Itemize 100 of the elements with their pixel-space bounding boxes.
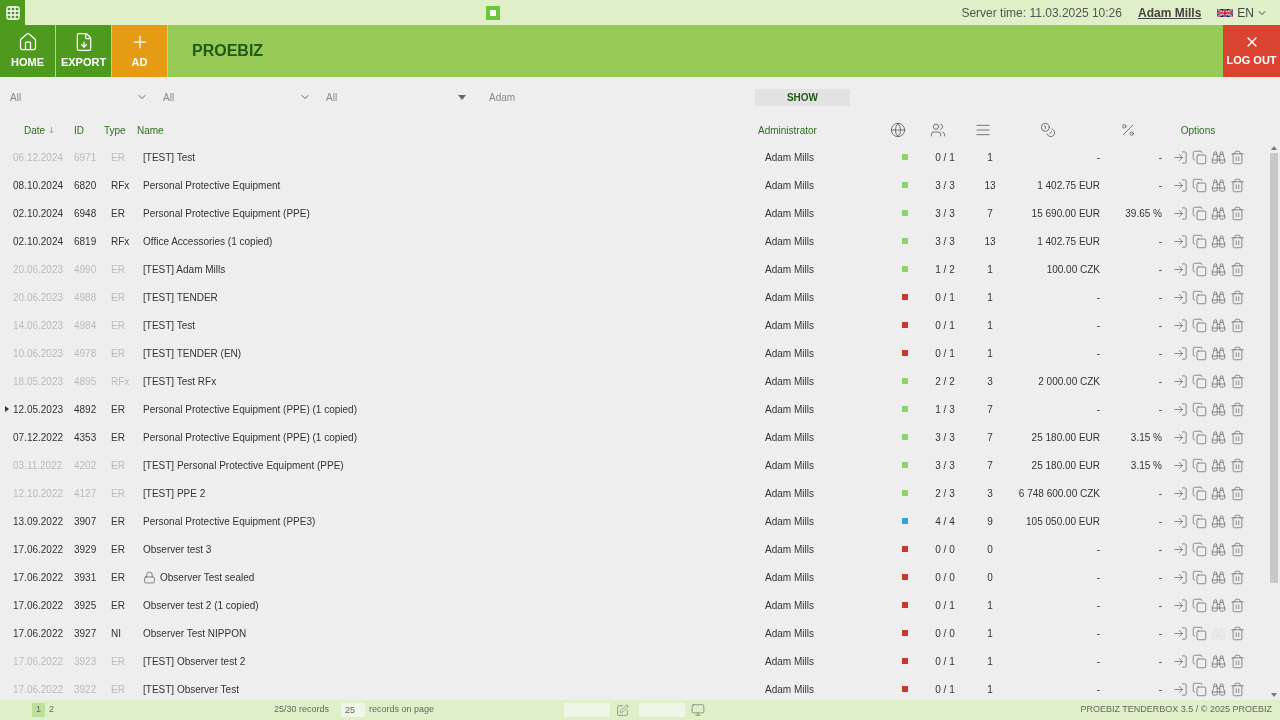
trash-icon[interactable]: [1230, 401, 1245, 417]
binoculars-icon[interactable]: [1211, 569, 1226, 585]
table-row[interactable]: 13.09.2022 3907 ER Personal Protective Equipment (PPE3) Adam Mills 4 / 4 9 105 050.00 EUR -: [0, 507, 1268, 535]
copy-icon[interactable]: [1192, 261, 1207, 277]
table-row[interactable]: 17.06.2022 3931 ER Observer Test sealed Adam Mills 0 / 0 0 - -: [0, 563, 1268, 591]
table-row[interactable]: 12.05.2023 4892 ER Personal Protective Equipment (PPE) (1 copied) Adam Mills 1 / 3 7 - -: [0, 395, 1268, 423]
copy-icon[interactable]: [1192, 541, 1207, 557]
binoculars-icon[interactable]: [1211, 261, 1226, 277]
table-row[interactable]: 02.10.2024 6948 ER Personal Protective Equipment (PPE) Adam Mills 3 / 3 7 15 690.00 EUR 39.65 %: [0, 199, 1268, 227]
copy-icon[interactable]: [1192, 569, 1207, 585]
copy-icon[interactable]: [1192, 513, 1207, 529]
trash-icon[interactable]: [1230, 597, 1245, 613]
copy-icon[interactable]: [1192, 653, 1207, 669]
note-field[interactable]: [564, 703, 611, 717]
logout-button[interactable]: LOG OUT: [1223, 25, 1280, 77]
trash-icon[interactable]: [1230, 653, 1245, 669]
enter-icon[interactable]: [1173, 457, 1188, 473]
table-row[interactable]: 07.12.2022 4353 ER Personal Protective Equipment (PPE) (1 copied) Adam Mills 3 / 3 7 25 180.00 EUR 3.15 %: [0, 423, 1268, 451]
copy-icon[interactable]: [1192, 457, 1207, 473]
note-field[interactable]: [639, 703, 686, 717]
enter-icon[interactable]: [1173, 205, 1188, 221]
copy-icon[interactable]: [1192, 625, 1207, 641]
binoculars-icon[interactable]: [1211, 289, 1226, 305]
trash-icon[interactable]: [1230, 429, 1245, 445]
binoculars-icon[interactable]: [1211, 317, 1226, 333]
enter-icon[interactable]: [1173, 149, 1188, 165]
copy-icon[interactable]: [1192, 681, 1207, 697]
trash-icon[interactable]: [1230, 205, 1245, 221]
enter-icon[interactable]: [1173, 485, 1188, 501]
binoculars-icon[interactable]: [1211, 485, 1226, 501]
nav-button[interactable]: EXPORT: [56, 25, 112, 77]
column-header[interactable]: Date: [24, 122, 74, 138]
binoculars-icon[interactable]: [1211, 457, 1226, 473]
nav-button[interactable]: HOME: [0, 25, 56, 77]
enter-icon[interactable]: [1173, 625, 1188, 641]
trash-icon[interactable]: [1230, 289, 1245, 305]
binoculars-icon[interactable]: [1211, 233, 1226, 249]
enter-icon[interactable]: [1173, 541, 1188, 557]
trash-icon[interactable]: [1230, 569, 1245, 585]
enter-icon[interactable]: [1173, 597, 1188, 613]
binoculars-icon[interactable]: [1211, 541, 1226, 557]
copy-icon[interactable]: [1192, 429, 1207, 445]
trash-icon[interactable]: [1230, 625, 1245, 641]
binoculars-icon[interactable]: [1211, 653, 1226, 669]
copy-icon[interactable]: [1192, 233, 1207, 249]
copy-icon[interactable]: [1192, 401, 1207, 417]
page-button[interactable]: 1: [32, 703, 45, 717]
enter-icon[interactable]: [1173, 373, 1188, 389]
monitor-icon[interactable]: [691, 703, 706, 717]
trash-icon[interactable]: [1230, 345, 1245, 361]
copy-icon[interactable]: [1192, 289, 1207, 305]
column-header[interactable]: Administrator: [758, 122, 878, 138]
trash-icon[interactable]: [1230, 233, 1245, 249]
copy-icon[interactable]: [1192, 177, 1207, 193]
edit-icon[interactable]: [616, 703, 630, 717]
per-page-field[interactable]: 25: [341, 703, 366, 717]
page-button[interactable]: 2: [45, 703, 59, 717]
enter-icon[interactable]: [1173, 653, 1188, 669]
copy-icon[interactable]: [1192, 373, 1207, 389]
apps-button[interactable]: [0, 0, 25, 25]
enter-icon[interactable]: [1173, 261, 1188, 277]
table-row[interactable]: 17.06.2022 3929 ER Observer test 3 Adam Mills 0 / 0 0 - -: [0, 535, 1268, 563]
enter-icon[interactable]: [1173, 177, 1188, 193]
trash-icon[interactable]: [1230, 177, 1245, 193]
binoculars-icon[interactable]: [1211, 345, 1226, 361]
column-header[interactable]: ID: [74, 122, 104, 138]
enter-icon[interactable]: [1173, 513, 1188, 529]
binoculars-icon[interactable]: [1211, 597, 1226, 613]
trash-icon[interactable]: [1230, 681, 1245, 697]
table-row[interactable]: 17.06.2022 3925 ER Observer test 2 (1 copied) Adam Mills 0 / 1 1 - -: [0, 591, 1268, 619]
binoculars-icon[interactable]: [1211, 401, 1226, 417]
copy-icon[interactable]: [1192, 597, 1207, 613]
enter-icon[interactable]: [1173, 345, 1188, 361]
trash-icon[interactable]: [1230, 513, 1245, 529]
copy-icon[interactable]: [1192, 485, 1207, 501]
enter-icon[interactable]: [1173, 289, 1188, 305]
enter-icon[interactable]: [1173, 569, 1188, 585]
binoculars-icon[interactable]: [1211, 205, 1226, 221]
binoculars-icon[interactable]: [1211, 149, 1226, 165]
copy-icon[interactable]: [1192, 205, 1207, 221]
trash-icon[interactable]: [1230, 317, 1245, 333]
binoculars-icon[interactable]: [1211, 513, 1226, 529]
language-select[interactable]: EN: [1237, 3, 1268, 22]
column-header[interactable]: Name: [137, 122, 758, 138]
table-row[interactable]: 02.10.2024 6819 RFx Office Accessories (1 copied) Adam Mills 3 / 3 13 1 402.75 EUR -: [0, 227, 1268, 255]
binoculars-icon[interactable]: [1211, 681, 1226, 697]
binoculars-icon[interactable]: [1211, 177, 1226, 193]
trash-icon[interactable]: [1230, 541, 1245, 557]
trash-icon[interactable]: [1230, 457, 1245, 473]
trash-icon[interactable]: [1230, 485, 1245, 501]
table-row[interactable]: 17.06.2022 3927 NI Observer Test NIPPON Adam Mills 0 / 0 1 - -: [0, 619, 1268, 647]
trash-icon[interactable]: [1230, 261, 1245, 277]
enter-icon[interactable]: [1173, 401, 1188, 417]
table-row[interactable]: 08.10.2024 6820 RFx Personal Protective Equipment Adam Mills 3 / 3 13 1 402.75 EUR -: [0, 171, 1268, 199]
trash-icon[interactable]: [1230, 149, 1245, 165]
enter-icon[interactable]: [1173, 233, 1188, 249]
enter-icon[interactable]: [1173, 681, 1188, 697]
copy-icon[interactable]: [1192, 317, 1207, 333]
user-link[interactable]: Adam Mills: [1137, 3, 1202, 22]
binoculars-icon[interactable]: [1211, 429, 1226, 445]
